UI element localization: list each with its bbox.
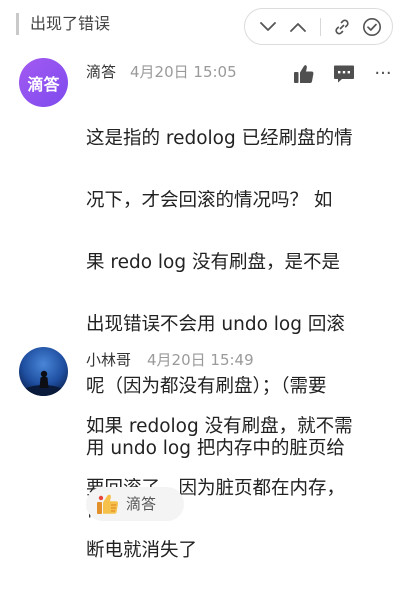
chevron-up-icon[interactable] [283, 9, 313, 44]
comment-line: 出现错误不会用 undo log 回滚 [86, 314, 345, 335]
top-bar: 出现了错误 [0, 0, 415, 52]
comment-icon[interactable] [332, 63, 356, 85]
check-circle-icon[interactable] [357, 9, 387, 44]
avatar[interactable] [19, 347, 68, 396]
comment-author[interactable]: 小林哥 [86, 349, 131, 371]
toolbar-divider [320, 18, 321, 36]
chevron-down-icon[interactable] [253, 9, 283, 44]
link-icon[interactable] [327, 9, 357, 44]
comment-date: 4月20日 15:49 [147, 351, 254, 369]
reaction-user: 滴答 [126, 495, 157, 513]
avatar[interactable]: 滴答 [19, 58, 68, 107]
comment-toolbar [244, 8, 393, 45]
thumbs-up-emoji-icon [96, 493, 120, 515]
thumbs-up-icon[interactable] [292, 63, 316, 85]
quoted-text: 出现了错误 [30, 14, 111, 33]
comment-line: 断电就消失了 [86, 540, 198, 561]
reaction-chip[interactable]: 滴答 [86, 487, 184, 521]
comment-line: 况下，才会回滚的情况吗？ 如 [86, 190, 333, 211]
comment-line: 果 redo log 没有刷盘，是不是 [86, 252, 340, 273]
comment-line: 如果 redolog 没有刷盘，就不需 [86, 416, 353, 437]
comment-author[interactable]: 滴答 [86, 61, 116, 83]
quote-indicator [16, 13, 19, 35]
comment-line: 这是指的 redolog 已经刷盘的情 [86, 128, 353, 149]
more-icon[interactable]: ··· [370, 63, 396, 85]
comment-date: 4月20日 15:05 [130, 63, 237, 81]
